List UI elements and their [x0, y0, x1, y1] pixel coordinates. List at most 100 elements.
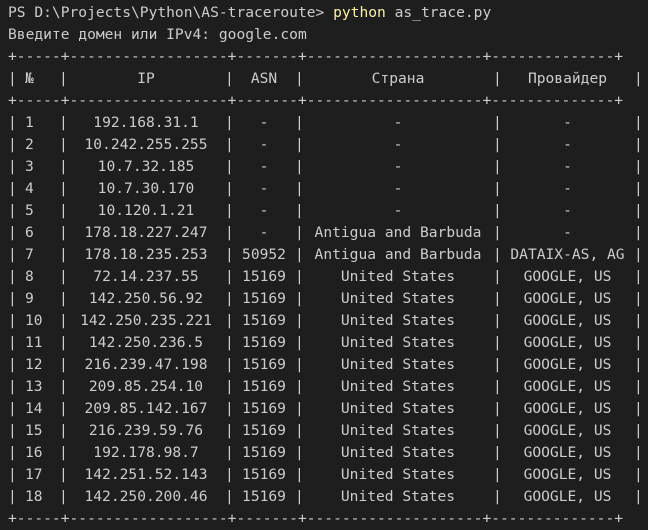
ip-cell: 142.251.52.143 — [84, 466, 208, 483]
column-separator: | — [634, 202, 643, 219]
country-cell: Antigua and Barbuda — [314, 224, 482, 241]
column-separator: | — [8, 246, 17, 263]
table-row: | 8 | 72.14.237.55 | 15169 | United States | GOOG… — [8, 266, 648, 288]
provider-cell: GOOGLE, US — [523, 356, 612, 373]
table-row: | 17 | 142.251.52.143 | 15169 | United States | G… — [8, 464, 648, 486]
header-provider-cell: Провайдер — [527, 70, 608, 87]
table-row: | 5 | 10.120.1.21 | - | - | - | — [8, 200, 648, 222]
ip-cell: 10.7.32.185 — [97, 158, 195, 175]
terminal-window[interactable]: PS D:\Projects\Python\AS-traceroute> pyt… — [0, 0, 648, 528]
column-separator: | — [225, 246, 234, 263]
column-separator: | — [225, 488, 234, 505]
provider-cell: GOOGLE, US — [523, 312, 612, 329]
column-separator: | — [295, 334, 304, 351]
table-row: | 2 | 10.242.255.255 | - | - | - | — [8, 134, 648, 156]
table-header-row: | № | IP | ASN | Страна | Провайдер | — [8, 68, 648, 90]
row-number: 5 — [25, 202, 34, 219]
table-row: | 18 | 142.250.200.46 | 15169 | United States | G… — [8, 486, 648, 508]
header-asn-cell: ASN — [250, 70, 278, 87]
column-separator: | — [59, 202, 68, 219]
column-separator: | — [8, 356, 17, 373]
column-separator: | — [634, 70, 643, 87]
table-row: | 3 | 10.7.32.185 | - | - | - | — [8, 156, 648, 178]
row-number: 2 — [25, 136, 34, 153]
row-number: 10 — [25, 312, 43, 329]
column-separator: | — [295, 202, 304, 219]
row-number: 16 — [25, 444, 43, 461]
column-separator: | — [8, 180, 17, 197]
column-separator: | — [59, 378, 68, 395]
asn-cell: 50952 — [242, 246, 286, 263]
column-separator: | — [8, 224, 17, 241]
country-cell: - — [393, 180, 403, 197]
ip-cell: 192.178.98.7 — [93, 444, 199, 461]
column-separator: | — [8, 158, 17, 175]
column-separator: | — [8, 488, 17, 505]
table-row: | 10 | 142.250.235.221 | 15169 | United States |… — [8, 310, 648, 332]
column-separator: | — [8, 444, 17, 461]
column-separator: | — [634, 312, 643, 329]
column-separator: | — [295, 180, 304, 197]
provider-cell: GOOGLE, US — [523, 444, 612, 461]
column-separator: | — [8, 268, 17, 285]
provider-cell: - — [563, 114, 572, 131]
column-separator: | — [8, 466, 17, 483]
row-number: 4 — [25, 180, 34, 197]
column-separator: | — [225, 422, 234, 439]
asn-cell: 15169 — [242, 356, 286, 373]
table-row: | 6 | 178.18.227.247 | - | Antigua and Barbuda |… — [8, 222, 648, 244]
input-prompt: Введите домен или IPv4: — [8, 26, 219, 43]
column-separator: | — [295, 70, 304, 87]
shell-prompt: PS D:\Projects\Python\AS-traceroute> — [8, 4, 334, 21]
header-ip-cell: IP — [137, 70, 155, 87]
column-separator: | — [59, 356, 68, 373]
column-separator: | — [59, 180, 68, 197]
column-separator: | — [634, 246, 643, 263]
input-value: google.com — [218, 26, 307, 43]
asn-cell: 15169 — [242, 334, 286, 351]
country-cell: United States — [340, 312, 456, 329]
provider-cell: GOOGLE, US — [523, 488, 612, 505]
column-separator: | — [59, 290, 68, 307]
command-line: PS D:\Projects\Python\AS-traceroute> pyt… — [8, 2, 648, 24]
country-cell: United States — [340, 466, 456, 483]
ip-cell: 10.120.1.21 — [97, 202, 195, 219]
ip-cell: 209.85.254.10 — [88, 378, 204, 395]
column-separator: | — [295, 444, 304, 461]
row-number: 7 — [25, 246, 34, 263]
column-separator: | — [59, 70, 68, 87]
column-separator: | — [295, 290, 304, 307]
column-separator: | — [493, 488, 502, 505]
ip-cell: 178.18.235.253 — [84, 246, 208, 263]
provider-cell: DATAIX-AS, AG — [510, 246, 625, 263]
provider-cell: GOOGLE, US — [523, 466, 612, 483]
row-number: 3 — [25, 158, 34, 175]
column-separator: | — [634, 378, 643, 395]
table-row: | 1 | 192.168.31.1 | - | - | - | — [8, 112, 648, 134]
row-number: 18 — [25, 488, 43, 505]
table-header-border: +-----+------------------+-------+------… — [8, 92, 624, 109]
column-separator: | — [493, 268, 502, 285]
column-separator: | — [493, 114, 502, 131]
table-row: | 11 | 142.250.236.5 | 15169 | United States | GO… — [8, 332, 648, 354]
table-row: | 7 | 178.18.235.253 | 50952 | Antigua and Barb… — [8, 244, 648, 266]
asn-cell: 15169 — [242, 290, 286, 307]
row-number: 15 — [25, 422, 43, 439]
header-country-cell: Страна — [371, 70, 425, 87]
column-separator: | — [8, 334, 17, 351]
country-cell: United States — [340, 290, 456, 307]
column-separator: | — [59, 114, 68, 131]
column-separator: | — [59, 444, 68, 461]
provider-cell: GOOGLE, US — [523, 400, 612, 417]
column-separator: | — [493, 224, 502, 241]
column-separator: | — [493, 400, 502, 417]
column-separator: | — [225, 268, 234, 285]
row-number: 13 — [25, 378, 43, 395]
command-program: python — [333, 4, 386, 21]
ip-cell: 10.7.30.170 — [97, 180, 195, 197]
column-separator: | — [295, 136, 304, 153]
column-separator: | — [59, 400, 68, 417]
column-separator: | — [493, 290, 502, 307]
provider-cell: - — [563, 180, 572, 197]
column-separator: | — [225, 466, 234, 483]
